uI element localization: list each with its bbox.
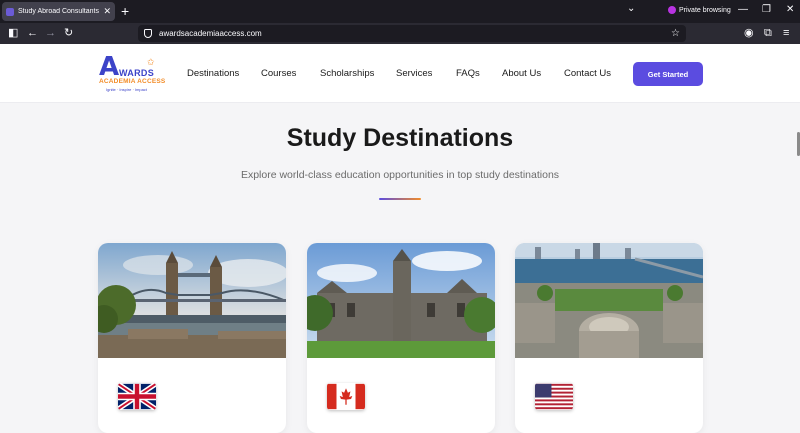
private-mask-icon <box>668 6 676 14</box>
browser-tab[interactable]: Study Abroad Consultants Kenya ✕ <box>2 2 115 21</box>
sidebar-toggle-icon[interactable]: ◧ <box>8 26 18 40</box>
browser-nav-bar: ◧ ← → ↻ awardsacademiaaccess.com ☆ ◉ ⧉ ≡ <box>0 23 800 44</box>
shield-icon[interactable] <box>144 29 152 38</box>
nav-scholarships[interactable]: Scholarships <box>320 68 374 79</box>
nav-contact-us[interactable]: Contact Us <box>564 68 611 79</box>
london-tower-bridge-photo <box>98 243 286 358</box>
nav-destinations[interactable]: Destinations <box>187 68 239 79</box>
logo-tagline: Ignite · Inspire · Impact <box>106 87 147 92</box>
nav-faqs[interactable]: FAQs <box>456 68 480 79</box>
nav-about-us[interactable]: About Us <box>502 68 541 79</box>
reload-icon[interactable]: ↻ <box>64 26 73 40</box>
boston-mit-photo <box>515 243 703 358</box>
menu-hamburger-icon[interactable]: ≡ <box>783 26 789 40</box>
nav-courses[interactable]: Courses <box>261 68 296 79</box>
extensions-icon[interactable]: ⧉ <box>764 26 772 40</box>
nav-services[interactable]: Services <box>396 68 432 79</box>
tab-title: Study Abroad Consultants Kenya <box>18 8 100 15</box>
page-title: Study Destinations <box>286 124 514 152</box>
new-tab-button[interactable]: + <box>121 3 129 19</box>
title-divider <box>379 198 421 200</box>
restore-icon[interactable]: ❐ <box>762 4 771 15</box>
get-started-button[interactable]: Get Started <box>633 62 703 86</box>
uk-flag-icon <box>118 383 156 410</box>
logo-subtitle: ACADEMIA ACCESS <box>99 78 166 85</box>
logo-star-icon: ✩ <box>147 57 155 67</box>
usa-flag-icon <box>535 383 573 410</box>
page-subtitle: Explore world-class education opportunit… <box>240 169 560 181</box>
browser-tab-bar: Study Abroad Consultants Kenya ✕ + ⌄ Pri… <box>0 0 800 23</box>
close-tab-icon[interactable]: ✕ <box>103 6 111 17</box>
private-browsing-indicator: Private browsing <box>668 6 731 14</box>
canada-flag-icon <box>327 383 365 410</box>
destination-card-canada[interactable] <box>307 243 495 433</box>
logo-word: WARDS <box>119 68 154 78</box>
tab-list-chevron-icon[interactable]: ⌄ <box>627 3 635 14</box>
bookmark-star-icon[interactable]: ☆ <box>671 28 680 39</box>
account-icon[interactable]: ◉ <box>744 26 754 40</box>
url-text[interactable]: awardsacademiaaccess.com <box>159 29 671 38</box>
close-window-icon[interactable]: ✕ <box>786 4 794 15</box>
site-logo[interactable]: A ✩ WARDS ACADEMIA ACCESS Ignite · Inspi… <box>97 52 166 96</box>
url-bar[interactable]: awardsacademiaaccess.com ☆ <box>138 25 686 42</box>
site-favicon-icon <box>6 7 14 16</box>
destination-card-uk[interactable] <box>98 243 286 433</box>
toronto-university-photo <box>307 243 495 358</box>
destination-card-usa[interactable] <box>515 243 703 433</box>
private-browsing-label: Private browsing <box>679 6 731 14</box>
forward-arrow-icon[interactable]: → <box>45 26 56 40</box>
minimize-icon[interactable]: — <box>738 4 748 15</box>
back-arrow-icon[interactable]: ← <box>27 26 38 40</box>
